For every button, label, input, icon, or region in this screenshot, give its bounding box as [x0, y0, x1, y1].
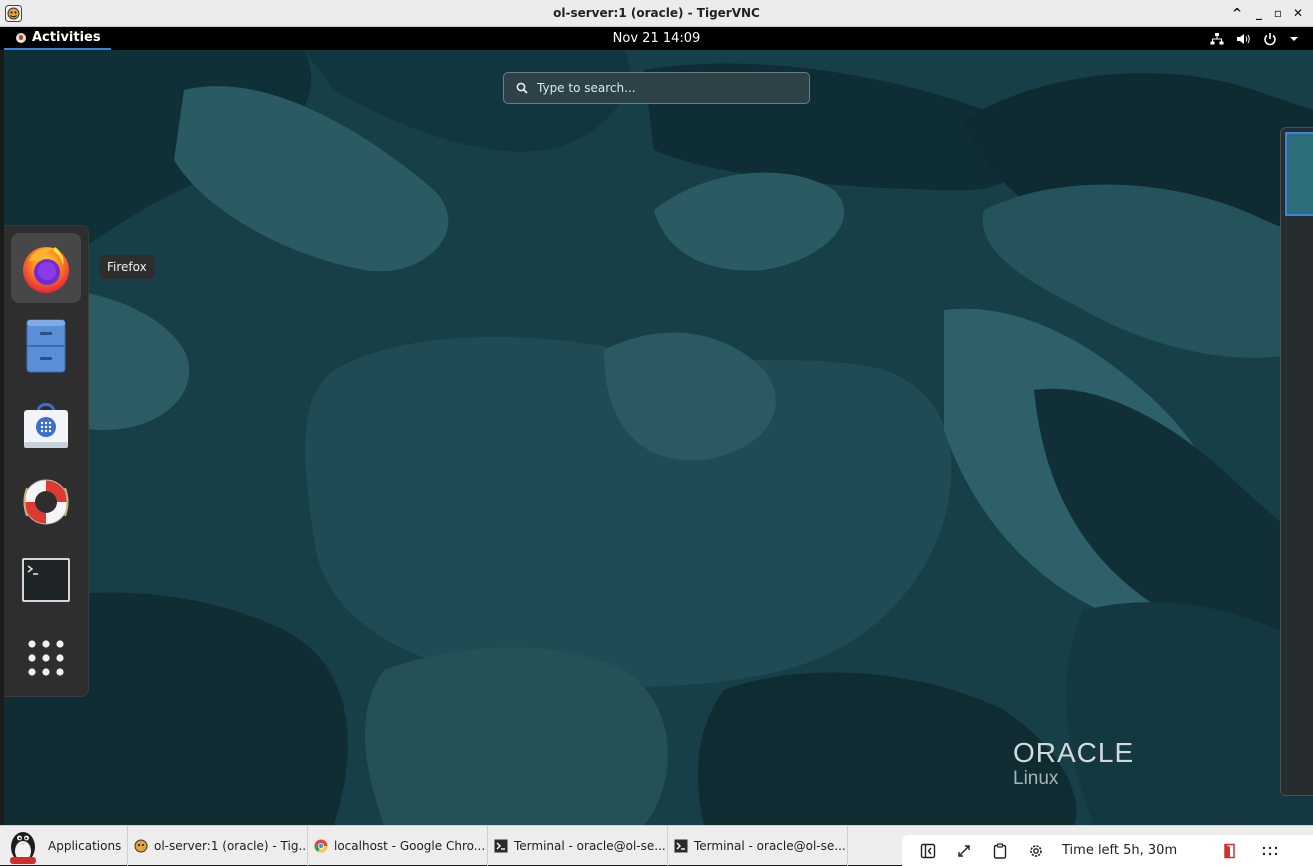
- tux-icon: [10, 832, 36, 864]
- oracle-wordmark: ORACLE: [1013, 737, 1135, 768]
- gnome-top-bar: Activities Nov 21 14:09: [0, 27, 1313, 50]
- session-time-left: Time left 5h, 30m: [1062, 843, 1178, 858]
- wallpaper: [4, 50, 1313, 825]
- applications-menu-button[interactable]: Applications: [0, 826, 128, 866]
- terminal-icon: [674, 839, 688, 853]
- more-menu-button[interactable]: [1252, 835, 1288, 866]
- terminal-icon: [494, 839, 508, 853]
- sidebar-toggle-button[interactable]: [910, 835, 946, 866]
- task-label: Terminal - oracle@ol-se...: [694, 839, 846, 853]
- taskbar: Applications ol-server:1 (oracle) - Tig.…: [0, 825, 1313, 866]
- dash-item-software[interactable]: [11, 389, 81, 459]
- applications-label: Applications: [48, 839, 122, 853]
- clipboard-icon: [993, 842, 1007, 859]
- chrome-icon: [314, 839, 328, 853]
- terminal-icon: [22, 558, 70, 602]
- volume-icon: [1237, 33, 1250, 44]
- dash-item-terminal[interactable]: [11, 545, 81, 615]
- activities-overview: Firefox ORACLE Linux: [4, 50, 1313, 825]
- task-terminal-1[interactable]: Terminal - oracle@ol-se...: [488, 826, 668, 866]
- task-chrome[interactable]: localhost - Google Chro...: [308, 826, 488, 866]
- minimize-button[interactable]: _: [1251, 5, 1267, 21]
- tray-toolbar: Time left 5h, 30m: [902, 835, 1313, 866]
- task-terminal-2[interactable]: Terminal - oracle@ol-se...: [668, 826, 848, 866]
- more-menu-icon: [1262, 846, 1278, 855]
- dash-tooltip: Firefox: [99, 255, 155, 279]
- task-tigervnc[interactable]: ol-server:1 (oracle) - Tig...: [128, 826, 308, 866]
- task-label: Terminal - oracle@ol-se...: [514, 839, 666, 853]
- oracle-linux-logo: ORACLE Linux: [1013, 738, 1134, 790]
- fullscreen-button[interactable]: [946, 835, 982, 866]
- file-cabinet-icon: [26, 319, 66, 373]
- lifebuoy-icon: [23, 479, 69, 525]
- exit-button[interactable]: [1212, 835, 1248, 866]
- firefox-icon: [23, 247, 69, 293]
- close-button[interactable]: ✕: [1290, 5, 1306, 21]
- tigervnc-icon: [134, 839, 148, 853]
- workspace-thumbnail[interactable]: [1285, 132, 1313, 216]
- app-grid-icon: [28, 640, 64, 676]
- task-label: ol-server:1 (oracle) - Tig...: [154, 839, 308, 853]
- power-icon: [1264, 32, 1276, 45]
- show-applications-button[interactable]: [11, 623, 81, 693]
- network-icon: [1210, 32, 1224, 44]
- settings-gear-icon: [1030, 844, 1042, 857]
- maximize-button[interactable]: ▫: [1270, 5, 1286, 21]
- dash-item-files[interactable]: [11, 311, 81, 381]
- linux-wordmark: Linux: [1013, 768, 1059, 789]
- fullscreen-icon: [958, 844, 970, 857]
- shade-button[interactable]: ^: [1229, 5, 1245, 21]
- workspace-switcher[interactable]: [1280, 127, 1313, 796]
- vnc-window-titlebar[interactable]: ol-server:1 (oracle) - TigerVNC ^ _ ▫ ✕: [0, 0, 1313, 27]
- sidebar-toggle-icon: [920, 843, 936, 858]
- software-bag-icon: [24, 403, 68, 448]
- dash-item-firefox[interactable]: [11, 233, 81, 303]
- search-input[interactable]: [537, 81, 787, 95]
- chevron-down-icon: [1290, 36, 1298, 41]
- exit-door-icon: [1224, 843, 1235, 858]
- search-icon: [516, 82, 528, 94]
- dash-item-help[interactable]: [11, 467, 81, 537]
- task-label: localhost - Google Chro...: [334, 839, 486, 853]
- clock[interactable]: Nov 21 14:09: [0, 31, 1313, 46]
- dash: [4, 225, 89, 697]
- system-status-area[interactable]: [1210, 29, 1299, 48]
- window-title: ol-server:1 (oracle) - TigerVNC: [553, 6, 760, 20]
- clipboard-button[interactable]: [982, 835, 1018, 866]
- settings-button[interactable]: [1018, 835, 1054, 866]
- search-field[interactable]: [503, 72, 810, 104]
